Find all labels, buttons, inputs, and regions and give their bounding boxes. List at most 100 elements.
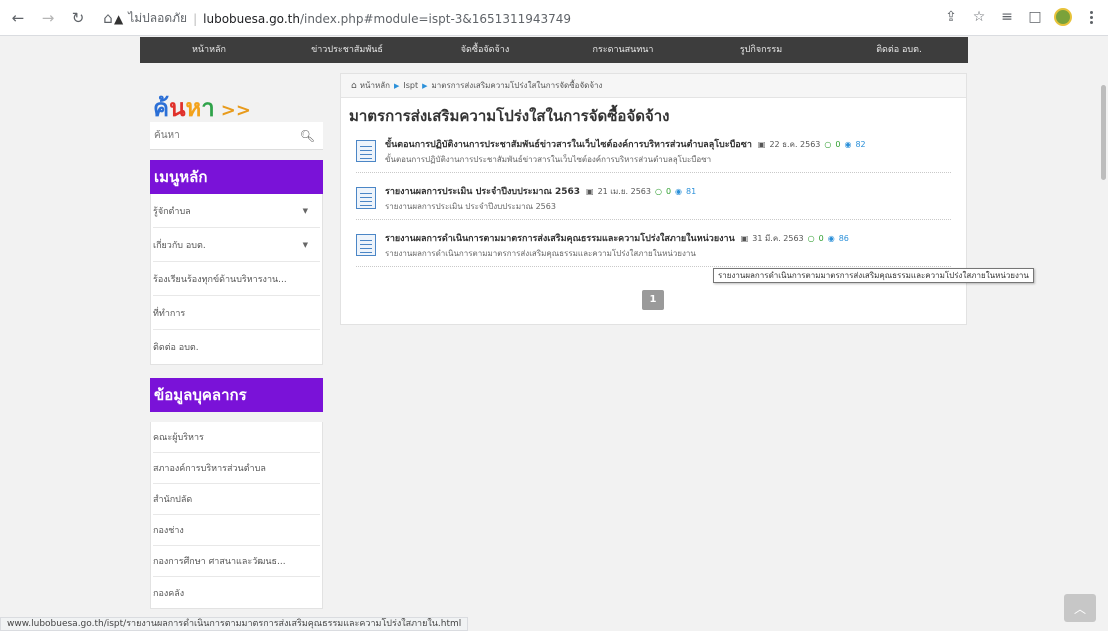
reload-icon[interactable]: ↻	[66, 6, 90, 30]
nav-contact[interactable]: ติดต่อ อบต.	[830, 37, 968, 63]
nav-gallery[interactable]: รูปกิจกรรม	[692, 37, 830, 63]
home-icon: ⌂	[351, 80, 357, 91]
eye-icon: ◉	[844, 139, 852, 149]
sidebar-item-education[interactable]: กองการศึกษา ศาสนาและวัฒนธ...	[153, 546, 320, 577]
sidebar-item-engineering[interactable]: กองช่าง	[153, 515, 320, 546]
post-title-link[interactable]: รายงานผลการประเมิน ประจำปีงบประมาณ 2563	[385, 184, 580, 198]
page-scrollbar[interactable]	[1098, 37, 1108, 615]
list-item: รายงานผลการประเมิน ประจำปีงบประมาณ 2563 …	[356, 181, 951, 220]
sidebar-item-finance[interactable]: กองคลัง	[153, 577, 320, 608]
page-scrollbar-thumb[interactable]	[1101, 85, 1106, 180]
search-input[interactable]	[154, 130, 284, 141]
caret-down-icon: ▼	[302, 206, 308, 215]
post-date: 21 เม.ย. 2563	[597, 186, 651, 196]
security-label: ไม่ปลอดภัย	[128, 11, 188, 25]
nav-home[interactable]: หน้าหลัก	[140, 37, 278, 63]
calendar-icon: ▣	[757, 139, 766, 149]
post-title-link[interactable]: ขั้นตอนการปฏิบัติงานการประชาสัมพันธ์ข่าว…	[385, 137, 752, 151]
post-title-link[interactable]: รายงานผลการดำเนินการตามมาตรการส่งเสริมคุ…	[385, 231, 735, 245]
search-heading-letter: า	[201, 94, 215, 122]
comment-count: 0	[818, 233, 824, 243]
address-bar[interactable]: ▲ ไม่ปลอดภัย | lubobuesa.go.th /index.ph…	[114, 6, 1034, 31]
sidebar-item-council[interactable]: สภาองค์การบริหารส่วนตำบล	[153, 453, 320, 484]
browser-menu-icon[interactable]	[1082, 6, 1100, 28]
post-description: รายงานผลการประเมิน ประจำปีงบประมาณ 2563	[385, 202, 556, 211]
side-panel-icon[interactable]: □	[1026, 6, 1044, 28]
sidebar: ค้นหา >> 🔍︎ เมนูหลัก รู้จักตำบล ▼ เกี่ยว…	[150, 78, 323, 609]
url-host: lubobuesa.go.th	[203, 11, 300, 26]
search-heading-letter: ห	[185, 94, 202, 122]
breadcrumb-home[interactable]: หน้าหลัก	[360, 79, 390, 92]
search-heading: ค้นหา >>	[150, 78, 323, 120]
sidebar-item-label: สภาองค์การบริหารส่วนตำบล	[153, 464, 266, 474]
comment-count: 0	[665, 186, 672, 196]
sidebar-item-executives[interactable]: คณะผู้บริหาร	[153, 422, 320, 453]
nav-webboard[interactable]: กระดานสนทนา	[554, 37, 692, 63]
nav-news[interactable]: ข่าวประชาสัมพันธ์	[278, 37, 416, 63]
post-list: ขั้นตอนการปฏิบัติงานการประชาสัมพันธ์ข่าว…	[356, 134, 951, 267]
sidebar-item-label: ร้องเรียนร้องทุกข์ด้านบริหารงาน...	[153, 274, 287, 285]
search-icon[interactable]: 🔍︎	[300, 129, 315, 143]
staff-menu-list: คณะผู้บริหาร สภาองค์การบริหารส่วนตำบล สำ…	[150, 422, 323, 609]
post-meta: ▣ 21 เม.ย. 2563 ○ 0 ◉ 81	[586, 185, 696, 198]
search-heading-arrow: >>	[220, 100, 251, 121]
search-heading-letter: ค้	[153, 94, 170, 122]
sidebar-item-permanent-secretary[interactable]: สำนักปลัด	[153, 484, 320, 515]
sidebar-item-about-subdistrict[interactable]: รู้จักตำบล ▼	[153, 194, 320, 228]
sidebar-item-office[interactable]: ที่ทำการ	[153, 296, 320, 330]
sidebar-item-complaints[interactable]: ร้องเรียนร้องทุกข์ด้านบริหารงาน...	[153, 262, 320, 296]
eye-icon: ◉	[675, 186, 683, 196]
eye-icon: ◉	[827, 233, 835, 243]
main-menu-list: รู้จักตำบล ▼ เกี่ยวกับ อบต. ▼ ร้องเรียนร…	[150, 194, 323, 365]
main-content: ⌂ หน้าหลัก ▶ Ispt ▶ มาตรการส่งเสริมความโ…	[340, 73, 967, 325]
reading-list-icon[interactable]: ≡	[998, 6, 1016, 28]
breadcrumb-ispt[interactable]: Ispt	[403, 81, 418, 90]
nav-procurement[interactable]: จัดซื้อจัดจ้าง	[416, 37, 554, 63]
sidebar-item-label: เกี่ยวกับ อบต.	[153, 240, 206, 251]
bookmark-star-icon[interactable]: ☆	[970, 6, 988, 28]
url-path: /index.php#module=ispt-3&1651311943749	[299, 11, 572, 26]
pagination-page-button[interactable]: 1	[642, 290, 664, 310]
back-arrow-icon[interactable]: ←	[6, 6, 30, 30]
link-tooltip: รายงานผลการดำเนินการตามมาตรการส่งเสริมคุ…	[713, 268, 1034, 283]
view-count: 81	[686, 186, 697, 196]
post-meta: ▣ 22 ธ.ค. 2563 ○ 0 ◉ 82	[758, 138, 866, 151]
list-item: ขั้นตอนการปฏิบัติงานการประชาสัมพันธ์ข่าว…	[356, 134, 951, 173]
post-description: ขั้นตอนการปฏิบัติงานการประชาสัมพันธ์ข่าว…	[385, 155, 712, 164]
status-bar-url: www.lubobuesa.go.th/ispt/รายงานผลการดำเน…	[0, 617, 469, 631]
main-menu-header: เมนูหลัก	[150, 160, 323, 194]
warning-triangle-icon: ▲	[114, 11, 124, 26]
forward-arrow-icon[interactable]: →	[36, 6, 60, 30]
document-icon	[356, 187, 376, 209]
browser-toolbar: ← → ↻ ⌂ ▲ ไม่ปลอดภัย | lubobuesa.go.th /…	[0, 0, 1108, 36]
post-date: 31 มี.ค. 2563	[752, 233, 804, 243]
calendar-icon: ▣	[586, 186, 594, 196]
share-icon[interactable]: ⇪	[942, 6, 960, 28]
breadcrumb: ⌂ หน้าหลัก ▶ Ispt ▶ มาตรการส่งเสริมความโ…	[341, 74, 966, 98]
search-box: 🔍︎	[150, 122, 323, 150]
sidebar-item-about-sao[interactable]: เกี่ยวกับ อบต. ▼	[153, 228, 320, 262]
post-date: 22 ธ.ค. 2563	[769, 139, 821, 149]
sidebar-item-label: สำนักปลัด	[153, 495, 193, 505]
scroll-to-top-button[interactable]: ︿	[1064, 594, 1096, 622]
list-item: รายงานผลการดำเนินการตามมาตรการส่งเสริมคุ…	[356, 228, 951, 267]
comment-icon: ○	[807, 233, 815, 243]
sidebar-item-contact[interactable]: ติดต่อ อบต.	[153, 330, 320, 364]
caret-down-icon: ▼	[302, 240, 308, 249]
sidebar-item-label: กองช่าง	[153, 526, 184, 536]
comment-icon: ○	[654, 186, 662, 196]
chevron-up-icon: ︿	[1073, 601, 1086, 616]
post-meta: ▣ 31 มี.ค. 2563 ○ 0 ◉ 86	[741, 232, 849, 245]
comment-icon: ○	[824, 139, 832, 149]
address-separator: |	[193, 11, 198, 26]
comment-count: 0	[835, 139, 841, 149]
search-heading-letter: น	[169, 94, 186, 122]
sidebar-item-label: กองการศึกษา ศาสนาและวัฒนธ...	[153, 557, 286, 567]
browser-actions: ⇪ ☆ ≡ □	[942, 6, 1100, 28]
calendar-icon: ▣	[740, 233, 749, 243]
breadcrumb-separator-icon: ▶	[422, 81, 428, 90]
site-navigation: หน้าหลัก ข่าวประชาสัมพันธ์ จัดซื้อจัดจ้า…	[140, 37, 968, 63]
profile-avatar[interactable]	[1054, 8, 1072, 26]
breadcrumb-current: มาตรการส่งเสริมความโปร่งใสในการจัดซื้อจั…	[431, 81, 603, 90]
sidebar-item-label: กองคลัง	[153, 588, 185, 599]
